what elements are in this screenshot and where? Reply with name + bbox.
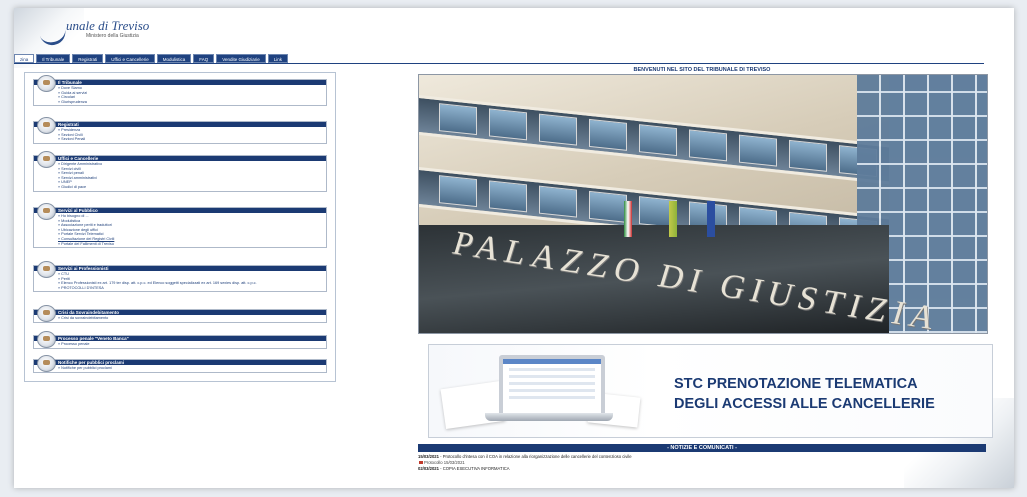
servizi-pubblico-icon (37, 203, 56, 220)
menu-item-protocolli[interactable]: » PROTOCOLLI D'INTESA (58, 286, 326, 291)
tab-modulistica[interactable]: Modulistica (156, 54, 192, 63)
menu-box-servizi-pubblico: Servizi al Pubblico » Ho bisogno di ... … (33, 203, 327, 249)
logo-swoosh-icon (37, 20, 69, 49)
tab-link[interactable]: Link (267, 54, 289, 63)
menu-item-sezioni-penali[interactable]: » Sezioni Penali (58, 137, 326, 142)
menu-box-uffici: Uffici e Cancellerie » Dirigente Amminis… (33, 151, 327, 192)
news-section-header: - NOTIZIE E COMUNICATI - (418, 444, 986, 452)
menu-item-crisi[interactable]: » Crisi da sovraindebitamento (58, 316, 326, 321)
menu-box-tribunale: Il Tribunale » Dove Siamo » Guida ai ser… (33, 75, 327, 107)
tab-underline (14, 63, 984, 64)
tab-uffici-cancellerie[interactable]: Uffici e Cancellerie (105, 54, 155, 63)
menu-box-notifiche: Notifiche per pubblici proclami » Notifi… (33, 355, 327, 373)
veneto-banca-icon (37, 331, 56, 348)
menu-item-processo-penale[interactable]: » Processo penale (58, 342, 326, 347)
laptop-illustration (479, 355, 617, 423)
tribunale-icon (37, 75, 56, 92)
professionisti-icon (37, 261, 56, 278)
menu-item-giurisprudenza[interactable]: » Giurisprudenza (58, 100, 326, 105)
top-nav-tabs: zina Il Tribunale Registrati Uffici e Ca… (14, 54, 289, 63)
menu-box-veneto-banca: Processo penale "Veneto Banca" » Process… (33, 331, 327, 349)
palazzo-photo: PALAZZO DI GIUSTIZIA (418, 74, 988, 334)
menu-box-sovraindebitamento: Crisi da Sovraindebitamento » Crisi da s… (33, 305, 327, 323)
tab-faq[interactable]: FAQ (193, 54, 215, 63)
site-title: unale di Treviso (66, 18, 150, 33)
sovraindebitamento-icon (37, 305, 56, 322)
stc-prenotazione-banner[interactable]: STC PRENOTAZIONE TELEMATICA DEGLI ACCESS… (428, 344, 993, 438)
registrati-icon (37, 117, 56, 134)
tab-vendite-giudiziarie[interactable]: Vendite Giudiziarie (216, 54, 266, 63)
site-logo[interactable]: unale di Treviso Ministero della Giustiz… (37, 18, 240, 49)
site-subtitle: Ministero della Giustizia (86, 33, 139, 39)
welcome-heading: BENVENUTI NEL SITO DEL TRIBUNALE DI TREV… (633, 67, 771, 73)
banner-title-line1: STC PRENOTAZIONE TELEMATICA (674, 376, 918, 392)
tab-registrati[interactable]: Registrati (72, 54, 104, 63)
news-item[interactable]: 02/03/2021 - COPIA ESECUTIVA INFORMATICA (418, 466, 986, 472)
news-list: 15/03/2021 - Protocollo d'intesa con il … (418, 454, 986, 472)
banner-title-line2: DEGLI ACCESSI ALLE CANCELLERIE (674, 396, 935, 412)
menu-box-registrati: Registrati » Presidenza » Sezioni Civili… (33, 117, 327, 144)
menu-item-giudici-pace[interactable]: » Giudici di pace (58, 185, 326, 190)
menu-item-notifiche[interactable]: » Notifiche per pubblici proclami (58, 366, 326, 371)
menu-box-professionisti: Servizi ai Professionisti » CTU » Periti… (33, 261, 327, 293)
sidebar-menu: Il Tribunale » Dove Siamo » Guida ai ser… (24, 72, 336, 382)
tab-home[interactable]: zina (14, 54, 35, 63)
uffici-icon (37, 151, 56, 168)
tab-il-tribunale[interactable]: Il Tribunale (36, 54, 71, 63)
menu-item-portale-fallimenti[interactable]: » Portale del Fallimenti di Treviso (58, 242, 326, 247)
notifiche-icon (37, 355, 56, 372)
